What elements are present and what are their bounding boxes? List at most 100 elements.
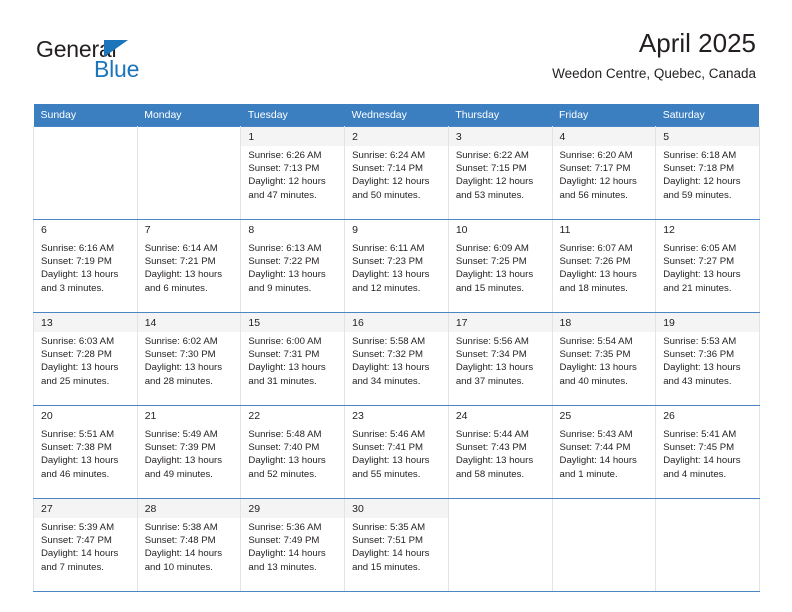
calendar-day-cell[interactable]: 2 Sunrise: 6:24 AM Sunset: 7:14 PM Daylight… <box>344 126 449 220</box>
sunset-text: Sunset: 7:31 PM <box>248 349 320 361</box>
day-number: 7 <box>144 224 151 236</box>
sunset-text: Sunset: 7:19 PM <box>41 256 112 268</box>
day-details: Sunrise: 5:53 AM Sunset: 7:36 PM Daylight:… <box>656 332 759 405</box>
day-details: Sunrise: 6:20 AM Sunset: 7:17 PM Daylight:… <box>552 146 656 219</box>
daylight-text-line2: and 43 minutes. <box>663 375 732 387</box>
daylight-text-line1: Daylight: 12 hours <box>455 176 534 188</box>
daylight-text-line2: and 1 minute. <box>559 468 618 480</box>
sunrise-text: Sunrise: 5:39 AM <box>41 522 115 533</box>
sunrise-text: Sunrise: 6:13 AM <box>248 243 322 254</box>
calendar-day-cell[interactable]: 20 Sunrise: 5:51 AM Sunset: 7:38 PM Dayligh… <box>33 405 138 499</box>
calendar-day-cell[interactable]: 11 Sunrise: 6:07 AM Sunset: 7:26 PM Dayligh… <box>551 219 657 313</box>
calendar-day-cell[interactable]: 22 Sunrise: 5:48 AM Sunset: 7:40 PM Dayligh… <box>240 405 346 499</box>
day-details: Sunrise: 5:54 AM Sunset: 7:35 PM Daylight:… <box>552 332 656 405</box>
daylight-text-line2: and 53 minutes. <box>455 189 525 201</box>
weekday-header-saturday: Saturday <box>655 104 760 127</box>
calendar-week-row: 20 Sunrise: 5:51 AM Sunset: 7:38 PM Dayligh… <box>33 405 760 499</box>
day-number: 19 <box>663 317 675 329</box>
calendar-day-cell[interactable]: 6 Sunrise: 6:16 AM Sunset: 7:19 PM Daylight… <box>33 219 138 313</box>
daylight-text-line2: and 28 minutes. <box>144 375 213 387</box>
sunrise-text: Sunrise: 5:36 AM <box>248 522 322 533</box>
calendar-day-cell[interactable]: 5 Sunrise: 6:18 AM Sunset: 7:18 PM Daylight… <box>655 126 760 220</box>
calendar-day-cell[interactable]: 14 Sunrise: 6:02 AM Sunset: 7:30 PM Dayligh… <box>136 312 242 406</box>
calendar-day-cell[interactable]: 17 Sunrise: 5:56 AM Sunset: 7:34 PM Dayligh… <box>447 312 553 406</box>
title-block: April 2025 Weedon Centre, Quebec, Canada <box>552 28 756 82</box>
calendar-day-cell[interactable]: 9 Sunrise: 6:11 AM Sunset: 7:23 PM Daylight… <box>344 219 449 313</box>
daylight-text-line2: and 10 minutes. <box>144 561 213 573</box>
calendar-day-cell[interactable]: 4 Sunrise: 6:20 AM Sunset: 7:17 PM Daylight… <box>551 126 657 220</box>
sunrise-text: Sunrise: 6:09 AM <box>455 243 529 254</box>
daylight-text-line2: and 56 minutes. <box>559 189 628 201</box>
sunset-text: Sunset: 7:49 PM <box>248 535 320 547</box>
calendar-page: General Blue April 2025 Weedon Centre, Q… <box>0 0 792 612</box>
sunrise-text: Sunrise: 6:07 AM <box>559 243 633 254</box>
day-details: Sunrise: 6:16 AM Sunset: 7:19 PM Daylight:… <box>34 239 137 312</box>
calendar-day-cell[interactable]: 10 Sunrise: 6:09 AM Sunset: 7:25 PM Dayligh… <box>447 219 553 313</box>
calendar-day-cell[interactable]: 19 Sunrise: 5:53 AM Sunset: 7:36 PM Dayligh… <box>655 312 760 406</box>
calendar-day-cell[interactable]: 15 Sunrise: 6:00 AM Sunset: 7:31 PM Dayligh… <box>240 312 346 406</box>
calendar-day-cell[interactable]: 8 Sunrise: 6:13 AM Sunset: 7:22 PM Daylight… <box>240 219 346 313</box>
calendar-day-cell[interactable]: 21 Sunrise: 5:49 AM Sunset: 7:39 PM Dayligh… <box>136 405 242 499</box>
day-details: Sunrise: 5:58 AM Sunset: 7:32 PM Daylight:… <box>345 332 448 405</box>
day-details: Sunrise: 6:07 AM Sunset: 7:26 PM Daylight:… <box>552 239 656 312</box>
daylight-text-line2: and 12 minutes. <box>352 282 421 294</box>
sunrise-text: Sunrise: 6:11 AM <box>352 243 425 254</box>
page-title: April 2025 <box>638 28 756 58</box>
weekday-header-friday: Friday <box>552 104 656 127</box>
daylight-text-line1: Daylight: 14 hours <box>663 455 741 467</box>
sunset-text: Sunset: 7:43 PM <box>455 442 527 454</box>
calendar-body: 1 Sunrise: 6:26 AM Sunset: 7:13 PM Daylight… <box>33 126 760 592</box>
calendar-day-cell[interactable]: 13 Sunrise: 6:03 AM Sunset: 7:28 PM Dayligh… <box>33 312 138 406</box>
sunrise-text: Sunrise: 6:05 AM <box>663 243 737 254</box>
calendar-day-cell[interactable]: 23 Sunrise: 5:46 AM Sunset: 7:41 PM Dayligh… <box>344 405 449 499</box>
daylight-text-line1: Daylight: 14 hours <box>144 548 223 560</box>
calendar-day-cell[interactable]: 1 Sunrise: 6:26 AM Sunset: 7:13 PM Daylight… <box>240 126 346 220</box>
sunrise-text: Sunrise: 6:22 AM <box>455 150 529 161</box>
calendar-cell-empty <box>136 126 242 220</box>
sunset-text: Sunset: 7:15 PM <box>455 163 527 175</box>
sunrise-text: Sunrise: 5:51 AM <box>41 429 115 440</box>
sunset-text: Sunset: 7:27 PM <box>663 256 735 268</box>
calendar-day-cell[interactable]: 24 Sunrise: 5:44 AM Sunset: 7:43 PM Dayligh… <box>447 405 553 499</box>
daylight-text-line2: and 37 minutes. <box>455 375 525 387</box>
daylight-text-line1: Daylight: 12 hours <box>352 176 430 188</box>
weekday-header-thursday: Thursday <box>448 104 553 127</box>
sunrise-text: Sunrise: 5:56 AM <box>455 336 529 347</box>
daylight-text-line1: Daylight: 13 hours <box>559 362 637 374</box>
calendar-day-cell[interactable]: 28 Sunrise: 5:38 AM Sunset: 7:48 PM Dayligh… <box>136 498 242 592</box>
day-number <box>138 127 241 146</box>
daylight-text-line1: Daylight: 13 hours <box>455 269 534 281</box>
daylight-text-line2: and 40 minutes. <box>559 375 628 387</box>
calendar-day-cell[interactable]: 18 Sunrise: 5:54 AM Sunset: 7:35 PM Dayligh… <box>551 312 657 406</box>
calendar-day-cell[interactable]: 26 Sunrise: 5:41 AM Sunset: 7:45 PM Dayligh… <box>655 405 760 499</box>
daylight-text-line1: Daylight: 13 hours <box>41 362 119 374</box>
calendar-day-cell[interactable]: 16 Sunrise: 5:58 AM Sunset: 7:32 PM Dayligh… <box>344 312 449 406</box>
day-number: 10 <box>455 224 468 236</box>
day-details: Sunrise: 5:43 AM Sunset: 7:44 PM Daylight:… <box>552 425 656 498</box>
calendar-day-cell[interactable]: 29 Sunrise: 5:36 AM Sunset: 7:49 PM Dayligh… <box>240 498 346 592</box>
sunset-text: Sunset: 7:47 PM <box>41 535 112 547</box>
sunrise-text: Sunrise: 5:53 AM <box>663 336 737 347</box>
calendar-grid: Sunday Monday Tuesday Wednesday Thursday… <box>33 104 760 592</box>
calendar-day-cell[interactable]: 3 Sunrise: 6:22 AM Sunset: 7:15 PM Daylight… <box>447 126 553 220</box>
daylight-text-line2: and 7 minutes. <box>41 561 104 573</box>
daylight-text-line1: Daylight: 13 hours <box>559 269 637 281</box>
sunset-text: Sunset: 7:13 PM <box>248 163 320 175</box>
calendar-day-cell[interactable]: 27 Sunrise: 5:39 AM Sunset: 7:47 PM Dayligh… <box>33 498 138 592</box>
calendar-day-cell[interactable]: 25 Sunrise: 5:43 AM Sunset: 7:44 PM Dayligh… <box>551 405 657 499</box>
daylight-text-line1: Daylight: 14 hours <box>559 455 637 467</box>
page-subtitle: Weedon Centre, Quebec, Canada <box>552 66 756 81</box>
day-details <box>656 518 759 591</box>
daylight-text-line2: and 50 minutes. <box>352 189 421 201</box>
day-details: Sunrise: 6:24 AM Sunset: 7:14 PM Daylight:… <box>345 146 448 219</box>
calendar-day-cell[interactable]: 7 Sunrise: 6:14 AM Sunset: 7:21 PM Daylight… <box>136 219 242 313</box>
sunset-text: Sunset: 7:23 PM <box>352 256 424 268</box>
daylight-text-line1: Daylight: 13 hours <box>663 269 741 281</box>
daylight-text-line1: Daylight: 13 hours <box>41 455 119 467</box>
sunset-text: Sunset: 7:36 PM <box>663 349 735 361</box>
sunset-text: Sunset: 7:17 PM <box>559 163 631 175</box>
calendar-day-cell[interactable]: 12 Sunrise: 6:05 AM Sunset: 7:27 PM Dayligh… <box>655 219 760 313</box>
daylight-text-line2: and 58 minutes. <box>455 468 525 480</box>
calendar-day-cell[interactable]: 30 Sunrise: 5:35 AM Sunset: 7:51 PM Dayligh… <box>344 498 449 592</box>
daylight-text-line1: Daylight: 13 hours <box>248 269 326 281</box>
